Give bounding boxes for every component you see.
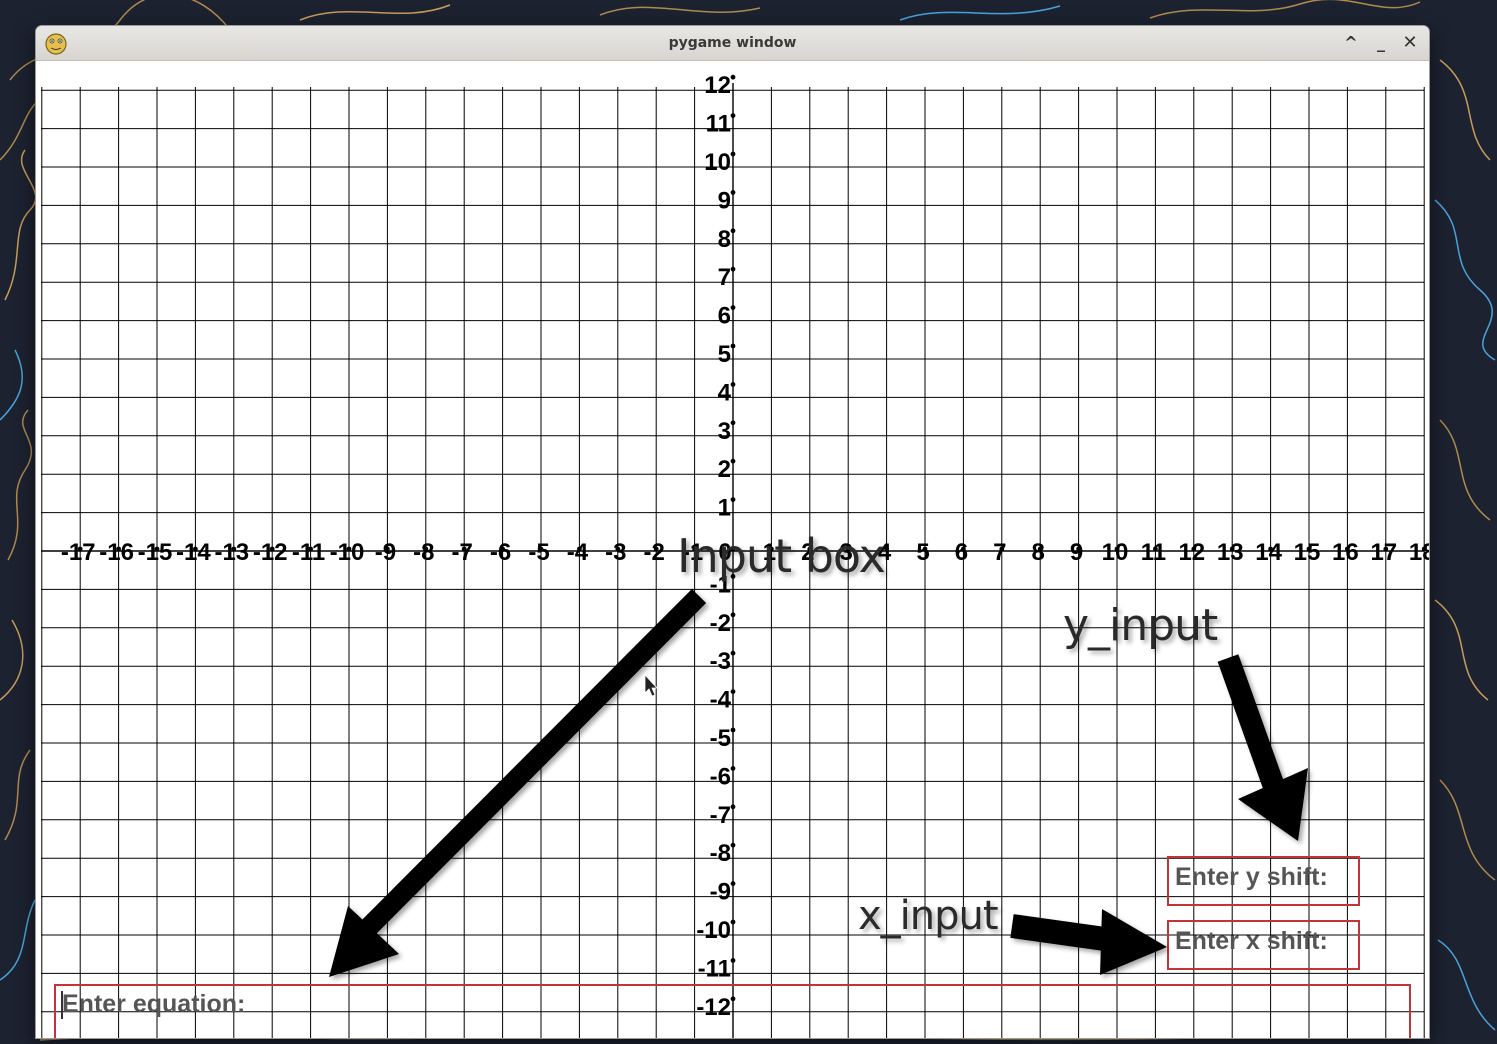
y-tick-mark (730, 842, 736, 848)
y-tick-label: 12 (704, 72, 731, 99)
maximize-button[interactable]: ^ (1339, 31, 1363, 55)
y-tick-mark (730, 727, 736, 733)
y-tick-mark (730, 996, 736, 1002)
x-tick-label: 6 (955, 539, 968, 566)
y-tick-mark (730, 766, 736, 771)
y-tick-mark (730, 228, 736, 234)
y-tick-mark (730, 305, 736, 310)
x-tick-label: -13 (214, 539, 249, 566)
window-title: pygame window (668, 35, 797, 51)
y-tick-mark (730, 804, 736, 810)
y-tick-mark (730, 689, 736, 694)
y-tick-mark (730, 958, 736, 963)
y-tick-label: -2 (710, 610, 731, 637)
x-tick-label: -6 (490, 539, 511, 566)
y-tick-label: -5 (710, 725, 731, 752)
y-tick-mark (730, 497, 736, 502)
y-tick-label: -7 (710, 802, 731, 829)
x-tick-label: -17 (61, 539, 96, 566)
y-tick-label: 6 (718, 303, 731, 330)
x-tick-label: 11 (1141, 539, 1166, 566)
y-tick-label: 8 (718, 226, 731, 253)
y-tick-label: 4 (718, 379, 732, 406)
x-tick-label: 18 (1409, 539, 1429, 566)
x-tick-label: -16 (99, 539, 134, 566)
y-tick-label: 9 (718, 187, 731, 214)
x-tick-label: 15 (1294, 539, 1321, 566)
y-tick-mark (730, 612, 736, 618)
x-shift-input-label: Enter x shift: (1175, 927, 1328, 955)
y-tick-mark (730, 113, 736, 118)
x-tick-label: 16 (1332, 539, 1359, 566)
y-tick-label: -8 (710, 840, 731, 867)
annotation-input-box: Input box (677, 529, 885, 583)
y-tick-label: -9 (710, 879, 731, 906)
x-tick-label: 13 (1217, 539, 1244, 566)
x-tick-label: -8 (413, 539, 434, 566)
y-tick-label: -11 (698, 955, 731, 982)
y-tick-mark (730, 190, 736, 195)
x-tick-label: -10 (330, 539, 365, 566)
y-tick-label: -12 (696, 994, 731, 1021)
x-tick-label: -9 (375, 539, 396, 566)
x-tick-label: -2 (644, 539, 665, 566)
x-tick-label: -7 (452, 539, 473, 566)
x-tick-label: -5 (528, 539, 549, 566)
y-tick-label: 10 (704, 149, 731, 176)
y-tick-mark (730, 74, 736, 80)
title-bar[interactable]: pygame window ^ _ ✕ (36, 26, 1429, 61)
minimize-button[interactable]: _ (1369, 31, 1393, 55)
x-tick-label: -12 (253, 539, 288, 566)
y-tick-mark (730, 343, 736, 349)
x-tick-label: -15 (138, 539, 173, 566)
y-tick-label: 5 (718, 341, 731, 368)
x-tick-label: -11 (292, 539, 325, 566)
x-tick-label: 17 (1370, 539, 1397, 566)
y-tick-label: 3 (718, 418, 731, 445)
annotation-x-input: x_input (858, 893, 998, 939)
y-tick-label: 11 (706, 111, 731, 138)
y-tick-mark (730, 151, 736, 157)
y-tick-mark (730, 881, 736, 886)
pygame-window: pygame window ^ _ ✕ -17 -16 -15 -14 -13 -12 -1… (36, 26, 1429, 1038)
y-tick-label: 1 (718, 495, 731, 522)
equation-input-label: Enter equation: (62, 990, 245, 1018)
y-shift-input-label: Enter y shift: (1175, 863, 1328, 891)
y-tick-label: -3 (710, 648, 731, 675)
y-tick-mark (730, 382, 736, 387)
y-tick-label: 2 (718, 456, 731, 483)
close-button[interactable]: ✕ (1398, 31, 1422, 55)
y-tick-label: -4 (710, 687, 732, 714)
x-tick-label: 5 (916, 539, 929, 566)
y-tick-mark (730, 650, 736, 656)
x-tick-label: 7 (993, 539, 1006, 566)
x-tick-label: 8 (1032, 539, 1045, 566)
x-tick-label: -14 (176, 539, 211, 566)
y-tick-mark (730, 266, 736, 272)
y-tick-label: 7 (718, 264, 731, 291)
y-tick-mark (730, 458, 736, 464)
annotation-y-input: y_input (1063, 600, 1218, 651)
y-tick-mark (730, 420, 736, 426)
x-tick-label: -3 (605, 539, 626, 566)
y-tick-label: -10 (696, 917, 731, 944)
y-tick-label: -6 (710, 763, 731, 790)
x-tick-label: 9 (1070, 539, 1083, 566)
x-tick-label: 12 (1178, 539, 1205, 566)
graph-canvas[interactable]: -17 -16 -15 -14 -13 -12 -11 -10 -9 -8 -7 -6 -5 -4 -3 -2… (36, 61, 1429, 1038)
x-tick-label: -4 (567, 539, 589, 566)
x-tick-label: 10 (1102, 539, 1129, 566)
y-tick-mark (730, 919, 736, 925)
x-tick-label: 14 (1255, 539, 1282, 566)
